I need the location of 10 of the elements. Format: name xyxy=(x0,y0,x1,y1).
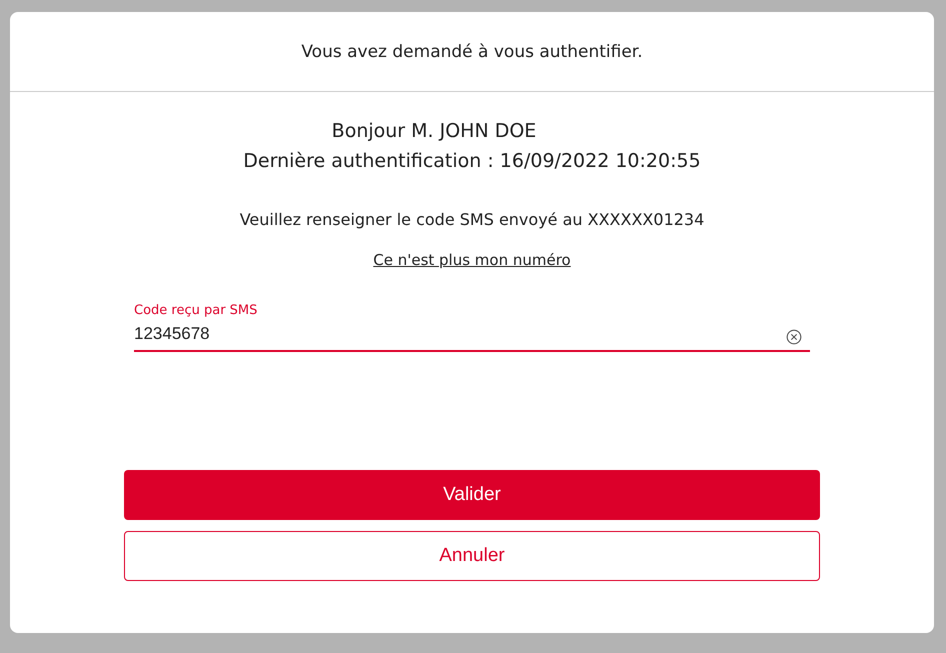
clear-icon[interactable] xyxy=(786,329,802,345)
change-number-link[interactable]: Ce n'est plus mon numéro xyxy=(373,251,571,269)
instruction-text: Veuillez renseigner le code SMS envoyé au XXXXXX01234 xyxy=(240,210,704,229)
field-label: Code reçu par SMS xyxy=(134,303,258,318)
dialog-title: Vous avez demandé à vous authentifier. xyxy=(301,42,643,62)
cancel-button[interactable]: Annuler xyxy=(124,531,820,581)
greeting-text: Bonjour M. JOHN DOE xyxy=(332,119,536,144)
sms-code-input[interactable]: 12345678 xyxy=(134,318,786,350)
last-auth-text: Dernière authentification : 16/09/2022 10:20:55 xyxy=(243,149,701,174)
validate-button[interactable]: Valider xyxy=(124,470,820,520)
